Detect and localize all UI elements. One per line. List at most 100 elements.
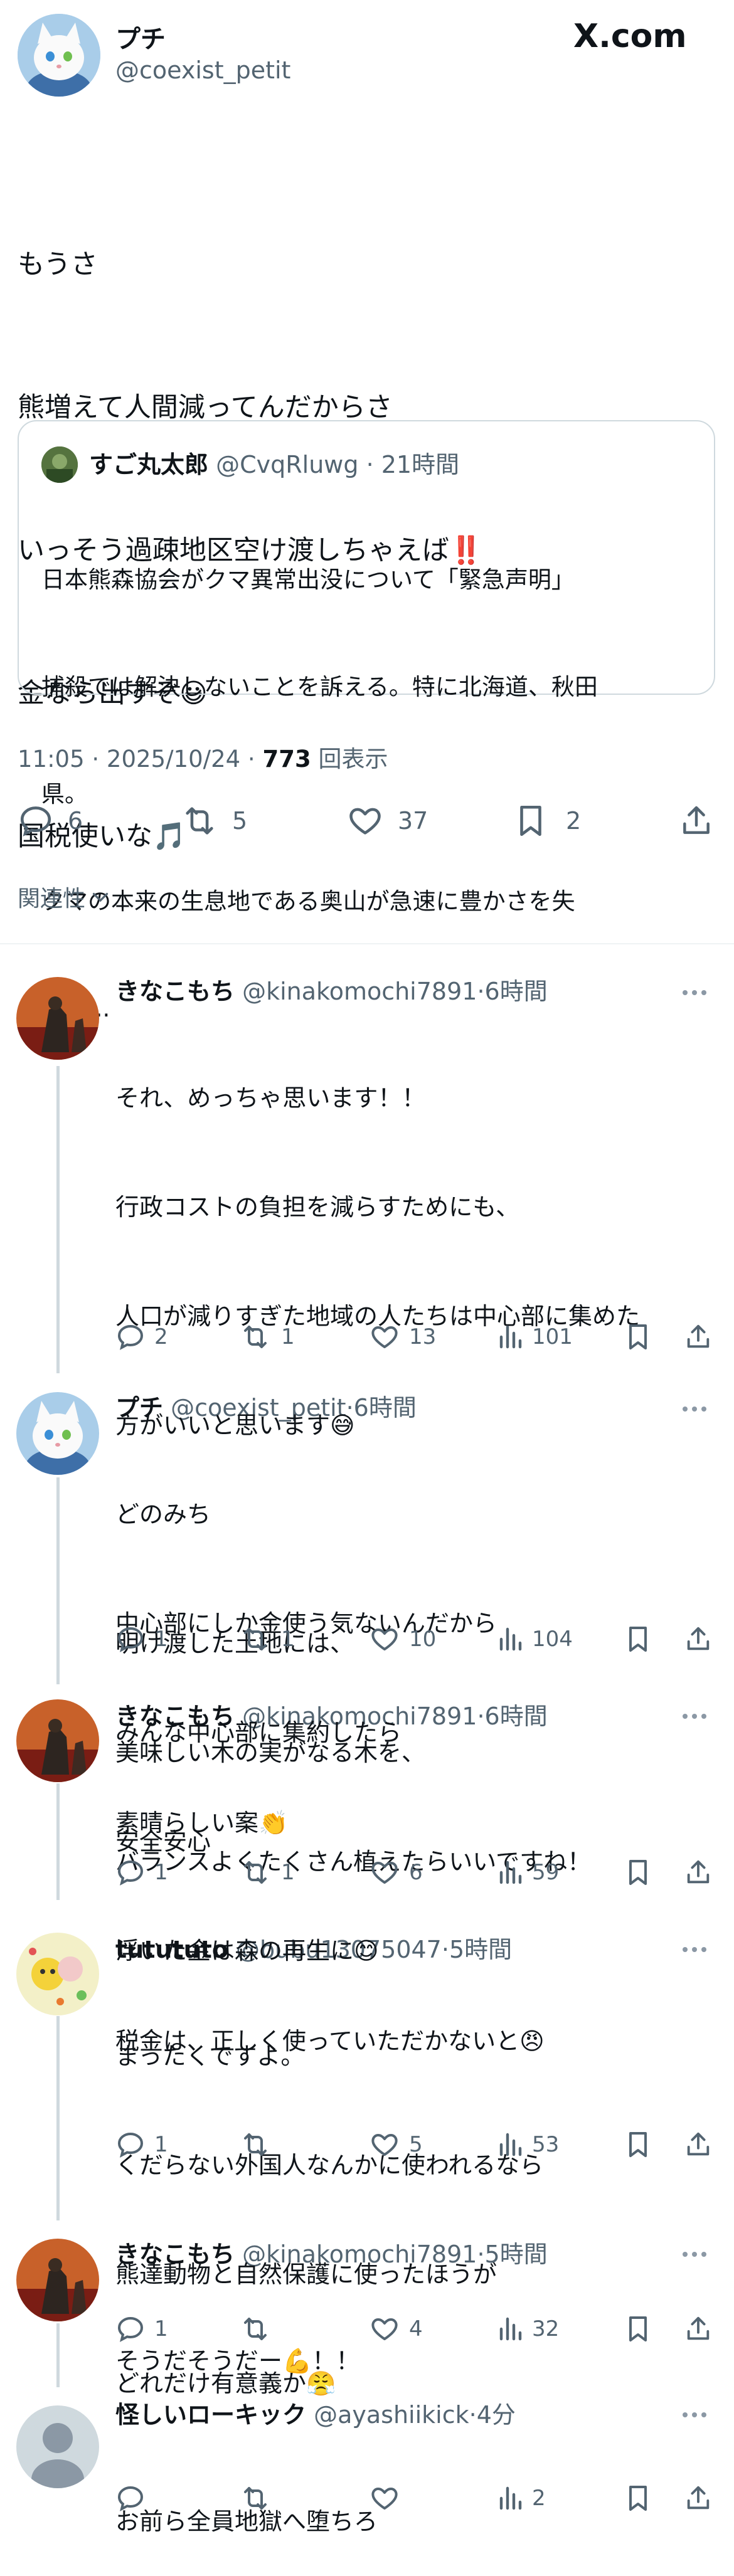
reply-button[interactable]: 1	[115, 2130, 168, 2160]
quote-line: 日本熊森協会がクマ異常出没について「緊急声明」	[41, 566, 575, 593]
quote-time: 21時間	[381, 451, 460, 478]
reply-line: どのみち	[115, 1501, 211, 1528]
share-icon	[687, 2316, 710, 2340]
like-button[interactable]: 6	[369, 1857, 423, 1887]
quote-line: クマの本来の生息地である奥山が急速に豊かさを失	[41, 888, 575, 915]
more-options-icon[interactable]	[683, 986, 714, 998]
reply-button[interactable]: 1	[115, 1624, 168, 1654]
share-button[interactable]	[684, 1624, 713, 1654]
retweet-icon	[244, 2133, 267, 2156]
retweet-button[interactable]	[238, 2130, 281, 2160]
reply-button[interactable]: 2	[115, 1322, 168, 1352]
share-button[interactable]	[684, 1857, 713, 1887]
thread-line	[56, 2323, 60, 2387]
quote-author-name: すご丸太郎	[89, 451, 209, 478]
chevron-down-icon	[92, 892, 109, 902]
reply-avatar[interactable]	[16, 977, 99, 1060]
share-icon	[683, 806, 710, 834]
share-button[interactable]	[684, 1322, 713, 1352]
views-icon	[499, 1627, 522, 1651]
like-button[interactable]: 5	[369, 2130, 423, 2160]
heart-icon	[371, 2318, 398, 2340]
reply-button[interactable]: 1	[115, 1857, 168, 1887]
share-button[interactable]	[684, 2130, 713, 2160]
more-options-icon[interactable]	[683, 1943, 714, 1955]
heart-icon	[371, 1326, 398, 1348]
main-author-name[interactable]: プチ	[115, 19, 166, 55]
reply-line: 行政コストの負担を減らすためにも、	[115, 1193, 520, 1221]
like-button[interactable]: 10	[369, 1624, 436, 1654]
views-button[interactable]: 59	[497, 1857, 559, 1887]
retweet-icon	[186, 807, 213, 835]
reply-time[interactable]: 6時間	[485, 978, 548, 1005]
views-count: 773	[262, 746, 311, 773]
reply-avatar[interactable]	[16, 2239, 99, 2321]
like-count: 13	[409, 1324, 437, 1349]
share-button[interactable]	[684, 2314, 713, 2344]
more-options-icon[interactable]	[683, 1402, 714, 1415]
bookmark-icon	[629, 1627, 647, 1652]
bookmark-icon	[629, 1324, 647, 1349]
bookmark-icon	[629, 2486, 647, 2511]
more-options-icon[interactable]	[683, 2247, 714, 2260]
bookmark-button[interactable]	[625, 2483, 651, 2513]
retweet-count: 1	[281, 1627, 295, 1652]
share-button[interactable]	[679, 803, 714, 839]
sort-label: 関連性	[18, 886, 86, 912]
bookmark-button[interactable]	[625, 2130, 651, 2160]
bookmark-icon	[520, 805, 541, 837]
views-button[interactable]: 104	[497, 1624, 573, 1654]
views-button[interactable]: 101	[497, 1322, 573, 1352]
main-author-avatar[interactable]	[18, 14, 100, 97]
reply-avatar[interactable]	[16, 1699, 99, 1782]
like-button[interactable]: 13	[369, 1322, 436, 1352]
like-button[interactable]: 4	[369, 2314, 423, 2344]
reply-button[interactable]: 1	[115, 2314, 168, 2344]
bookmark-button[interactable]	[625, 1624, 651, 1654]
bookmark-button[interactable]: 2	[514, 803, 581, 839]
more-options-icon[interactable]	[683, 1709, 714, 1722]
retweet-button[interactable]: 5	[179, 803, 247, 839]
reply-count: 1	[154, 1860, 168, 1885]
reply-avatar[interactable]	[16, 1933, 99, 2015]
bookmark-button[interactable]	[625, 2314, 651, 2344]
views-button[interactable]: 32	[497, 2314, 559, 2344]
reply-author-name[interactable]: きなこもち	[115, 978, 235, 1005]
reply-count: 6	[68, 807, 83, 835]
main-author-handle[interactable]: @coexist_petit	[115, 56, 290, 84]
thread-line	[56, 1477, 60, 1684]
more-options-icon[interactable]	[683, 2408, 714, 2420]
thread-line	[56, 2016, 60, 2220]
like-button[interactable]: 37	[346, 803, 428, 839]
reply-button[interactable]: 6	[18, 803, 83, 839]
views-count: 59	[532, 1860, 560, 1885]
share-icon	[687, 1324, 710, 1348]
reply-avatar[interactable]	[16, 1392, 99, 1475]
reply-icon	[117, 2486, 144, 2511]
tweet-timestamp-row: 11:05 · 2025/10/24 · 773 回表示	[18, 740, 388, 774]
share-button[interactable]	[684, 2483, 713, 2513]
reply-line	[115, 1914, 545, 1950]
bookmark-button[interactable]	[625, 1857, 651, 1887]
retweet-button[interactable]	[238, 2314, 281, 2344]
views-count: 53	[532, 2132, 560, 2157]
reply-avatar[interactable]	[16, 2405, 99, 2488]
views-icon	[499, 2486, 522, 2510]
retweet-button[interactable]: 1	[238, 1624, 295, 1654]
reply-icon	[117, 2132, 144, 2158]
bookmark-icon	[629, 2132, 647, 2157]
retweet-button[interactable]: 1	[238, 1322, 295, 1352]
reply-author-handle[interactable]: @kinakomochi7891	[242, 978, 477, 1005]
tweet-timestamp: 11:05 · 2025/10/24 ·	[18, 746, 263, 773]
views-button[interactable]: 2	[497, 2483, 546, 2513]
share-icon	[687, 2132, 710, 2156]
retweet-button[interactable]: 1	[238, 1857, 295, 1887]
thread-line	[56, 1783, 60, 1900]
like-button[interactable]	[369, 2483, 409, 2513]
reply-button[interactable]	[115, 2483, 154, 2513]
sort-dropdown[interactable]: 関連性	[18, 880, 112, 913]
retweet-button[interactable]	[238, 2483, 281, 2513]
bookmark-button[interactable]	[625, 1322, 651, 1352]
views-button[interactable]: 53	[497, 2130, 559, 2160]
quoted-tweet-card[interactable]: すご丸太郎 @CvqRluwg · 21時間 日本熊森協会がクマ異常出没について…	[18, 420, 715, 1022]
